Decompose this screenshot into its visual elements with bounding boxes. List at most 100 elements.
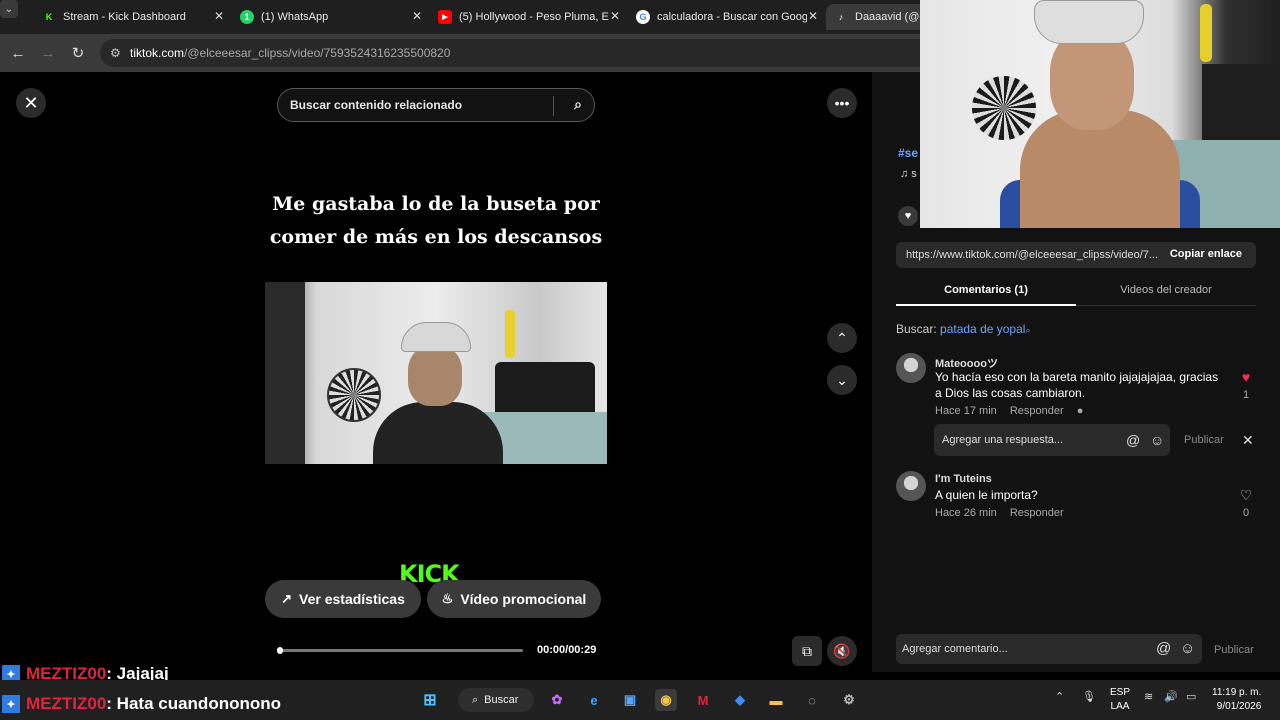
comment-username[interactable]: I'm Tuteins (935, 473, 992, 485)
video-caption-overlay: Me gastaba lo de la buseta por comer de … (265, 188, 607, 254)
publish-comment-button[interactable]: Publicar (1214, 644, 1254, 656)
like-video-button[interactable]: ♥ (898, 206, 918, 226)
address-bar[interactable]: ⚙ tiktok.com/@elceeesar_clipss/video/759… (100, 39, 920, 67)
progress-handle[interactable] (277, 647, 283, 654)
tab-title: Daaaavid (@elc (855, 11, 925, 23)
heart-outline-icon[interactable]: ♡ (1236, 487, 1256, 504)
browser-tab-youtube[interactable]: ▶ (5) Hollywood - Peso Pluma, Est ✕ (430, 4, 626, 30)
reply-button[interactable]: Responder (1010, 405, 1064, 417)
avatar[interactable] (896, 353, 926, 383)
edge-icon[interactable]: e (583, 689, 605, 711)
wall-poster (505, 310, 515, 358)
tab-comments[interactable]: Comentarios (1) (896, 284, 1076, 306)
google-icon: G (636, 10, 650, 24)
site-info-icon[interactable]: ⚙ (110, 46, 121, 60)
copy-link-button[interactable]: Copiar enlace (1170, 248, 1242, 260)
view-stats-button[interactable]: ↗ Ver estadísticas (265, 580, 421, 618)
tiktok-icon: ♪ (838, 12, 844, 22)
wifi-icon[interactable]: ≋ (1144, 690, 1153, 703)
show-hidden-icons-chevron-icon[interactable]: ⌃ (1055, 690, 1064, 703)
video-time: 00:00/00:29 (537, 644, 597, 656)
share-url: https://www.tiktok.com/@elceeesar_clipss… (906, 249, 1159, 261)
dropbox-icon[interactable]: ◆ (729, 689, 751, 711)
battery-icon[interactable]: ▭ (1186, 690, 1196, 703)
next-video-button[interactable]: ⌄ (827, 365, 857, 395)
emoji-icon[interactable]: ☺ (1150, 432, 1164, 448)
search-prefix: Buscar: (896, 322, 937, 336)
close-tab-icon[interactable]: ✕ (214, 9, 224, 23)
lang-line: ESP (1110, 687, 1131, 698)
microphone-icon[interactable]: 🎙 (1082, 690, 1096, 703)
settings-gear-icon[interactable]: ⚙ (838, 689, 860, 711)
volume-icon[interactable]: 🔊 (1164, 690, 1178, 703)
search-icon[interactable]: ⌕ (574, 96, 582, 113)
webcam-overlay (920, 0, 1280, 228)
chat-badge-icon: ✦ (2, 695, 20, 713)
tab-title: calculadora - Buscar con Googl (657, 11, 807, 23)
input-language[interactable]: ESP LAA (1110, 686, 1130, 714)
mention-icon[interactable]: @ (1156, 640, 1171, 657)
trend-chart-icon: ↗ (281, 591, 293, 606)
comment-item: Mateooooツ Yo hacía eso con la bareta man… (896, 353, 1256, 423)
more-options-button[interactable]: ••• (827, 88, 857, 118)
clock-date: 9/01/2026 (1216, 701, 1262, 712)
mention-icon[interactable]: @ (1126, 432, 1140, 448)
lang-line: LAA (1110, 701, 1130, 712)
heart-icon: ♥ (904, 210, 912, 222)
store-icon[interactable]: ▣ (619, 689, 641, 711)
avatar[interactable] (896, 471, 926, 501)
close-tab-icon[interactable]: ✕ (412, 9, 422, 23)
comment-time: Hace 17 min (935, 405, 997, 417)
chevron-up-icon: ⌃ (836, 329, 848, 346)
promote-video-button[interactable]: ♨ Vídeo promocional (427, 580, 601, 618)
close-tab-icon[interactable]: ✕ (610, 9, 620, 23)
forward-arrow-icon[interactable]: → (38, 43, 58, 63)
mcafee-icon[interactable]: M (692, 689, 714, 711)
floating-player-button[interactable]: ⧉ (792, 636, 822, 666)
like-count: 1 (1242, 389, 1250, 401)
heart-icon[interactable]: ♥ (1236, 369, 1256, 385)
comment-meta: Hace 17 min Responder ● (935, 405, 1093, 417)
comment-item: I'm Tuteins A quien le importa? Hace 26 … (896, 471, 1256, 521)
close-viewer-button[interactable]: ✕ (16, 88, 46, 118)
search-term-link[interactable]: patada de yopal (940, 322, 1025, 336)
taskbar-search-label: Buscar (484, 694, 519, 706)
emoji-icon[interactable]: ☺ (1180, 640, 1195, 657)
chrome-icon[interactable]: ◉ (655, 689, 677, 711)
tab-creator-videos[interactable]: Videos del creador (1076, 284, 1256, 296)
copilot-icon[interactable]: ✿ (546, 689, 568, 711)
close-tab-icon[interactable]: ✕ (808, 9, 818, 23)
system-clock[interactable]: 11:19 p. m. 9/01/2026 (1212, 686, 1261, 714)
person (373, 322, 503, 464)
file-explorer-icon[interactable]: ▬ (765, 689, 787, 711)
related-search-placeholder: Buscar contenido relacionado (290, 98, 463, 112)
tab-title: (5) Hollywood - Peso Pluma, Est (459, 11, 609, 23)
browser-tab-tiktok[interactable]: ♪ Daaaavid (@elc (826, 4, 926, 30)
tab-search-menu-button[interactable]: ⌄ (0, 0, 18, 18)
browser-tab-kick[interactable]: K Stream - Kick Dashboard ✕ (34, 4, 230, 30)
chat-text: : Hata cuandononono (106, 694, 282, 713)
youtube-icon: ▶ (438, 10, 452, 24)
like-count: 0 (1242, 507, 1250, 519)
related-search-box[interactable]: Buscar contenido relacionado ⌕ (277, 88, 595, 122)
back-arrow-icon[interactable]: ← (8, 43, 28, 63)
video-progress-bar[interactable] (277, 647, 523, 654)
search-suggestion: Buscar: patada de yopal⌕ (896, 322, 1030, 336)
windows-start-icon[interactable]: ⊞ (419, 689, 441, 711)
chevron-down-icon: ⌄ (836, 371, 848, 388)
music-link[interactable]: ♫ s (900, 168, 917, 180)
browser-tab-google[interactable]: G calculadora - Buscar con Googl ✕ (628, 4, 824, 30)
video-player[interactable]: Buscar contenido relacionado ⌕ Me gastab… (265, 72, 607, 672)
taskbar-search[interactable]: ⌕ Buscar (458, 688, 534, 712)
mute-button[interactable]: 🔇 (827, 636, 857, 666)
browser-tab-whatsapp[interactable]: 1 (1) WhatsApp ✕ (232, 4, 428, 30)
hashtag-link[interactable]: #se (898, 146, 918, 160)
previous-video-button[interactable]: ⌃ (827, 323, 857, 353)
search-icon: ⌕ (472, 693, 479, 706)
reload-icon[interactable]: ↻ (68, 43, 88, 63)
close-icon[interactable]: ✕ (1242, 432, 1254, 449)
fan (972, 76, 1036, 140)
reply-publish-button[interactable]: Publicar (1184, 434, 1224, 446)
app-icon[interactable]: ◌ (801, 689, 823, 711)
reply-button[interactable]: Responder (1010, 507, 1064, 519)
